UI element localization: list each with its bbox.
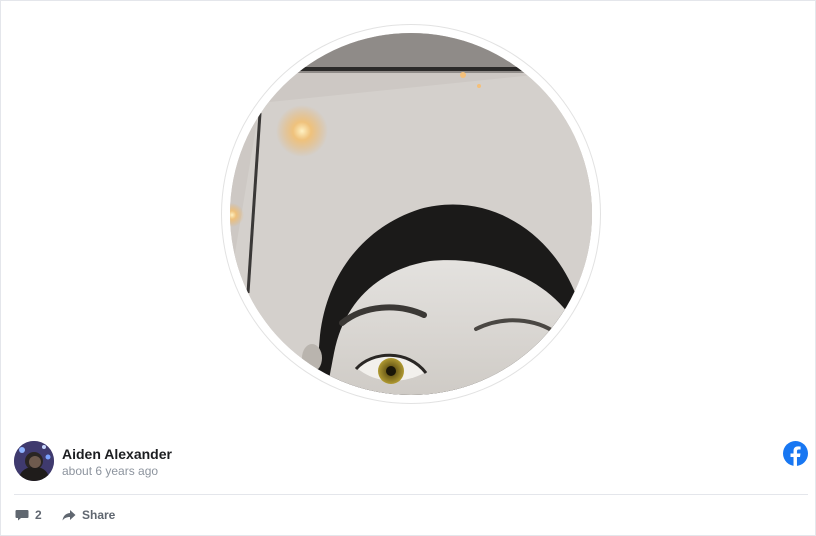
post-timestamp[interactable]: about 6 years ago <box>62 464 158 478</box>
comments-button[interactable]: 2 <box>15 506 42 524</box>
divider <box>14 494 808 495</box>
share-button[interactable]: Share <box>62 506 115 524</box>
author-name[interactable]: Aiden Alexander <box>62 446 172 462</box>
share-arrow-icon <box>62 508 76 522</box>
user-avatar-icon[interactable] <box>14 441 54 481</box>
profile-photo-icon[interactable] <box>230 33 592 395</box>
facebook-icon[interactable] <box>783 441 808 466</box>
post-card: Aiden Alexander about 6 years ago 2 Shar… <box>0 0 816 536</box>
comment-icon <box>15 508 29 522</box>
share-label: Share <box>82 508 116 522</box>
comments-count: 2 <box>35 508 42 522</box>
